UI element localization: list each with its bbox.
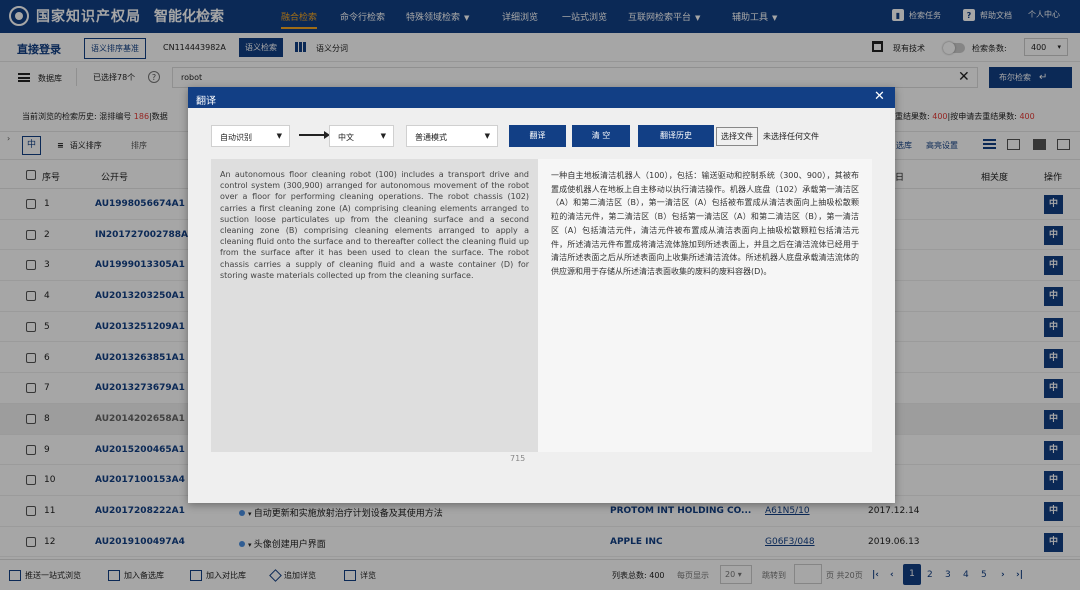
translate-dialog: 翻译 ✕ 自动识别 ▼ 中文 ▼ 普通模式 ▼ 翻译 清 空 翻译历史 选择文件 未选… [188, 87, 895, 503]
dialog-header: 翻译 ✕ [188, 87, 895, 108]
caret-down-icon: ▼ [276, 132, 282, 140]
arrow-right-icon [299, 131, 330, 139]
target-language-select[interactable]: 中文 ▼ [329, 125, 394, 147]
char-count: 715 [510, 454, 526, 463]
no-file-label: 未选择任何文件 [763, 132, 819, 141]
source-language-select[interactable]: 自动识别 ▼ [211, 125, 290, 147]
caret-down-icon: ▼ [484, 132, 490, 140]
translation-output: 一种自主地板清洁机器人（100），包括：输送驱动和控制系统（300、900），其… [538, 159, 872, 452]
source-textarea[interactable]: An autonomous floor cleaning robot (100)… [211, 159, 538, 452]
translate-history-button[interactable]: 翻译历史 [638, 125, 714, 147]
mode-select[interactable]: 普通模式 ▼ [406, 125, 498, 147]
clear-button[interactable]: 清 空 [572, 125, 630, 147]
choose-file-button[interactable]: 选择文件 [716, 127, 758, 146]
close-icon[interactable]: ✕ [874, 89, 885, 104]
caret-down-icon: ▼ [380, 132, 386, 140]
dialog-title: 翻译 [196, 96, 216, 107]
file-picker[interactable]: 选择文件 未选择任何文件 [716, 127, 819, 146]
translate-button[interactable]: 翻译 [509, 125, 566, 147]
